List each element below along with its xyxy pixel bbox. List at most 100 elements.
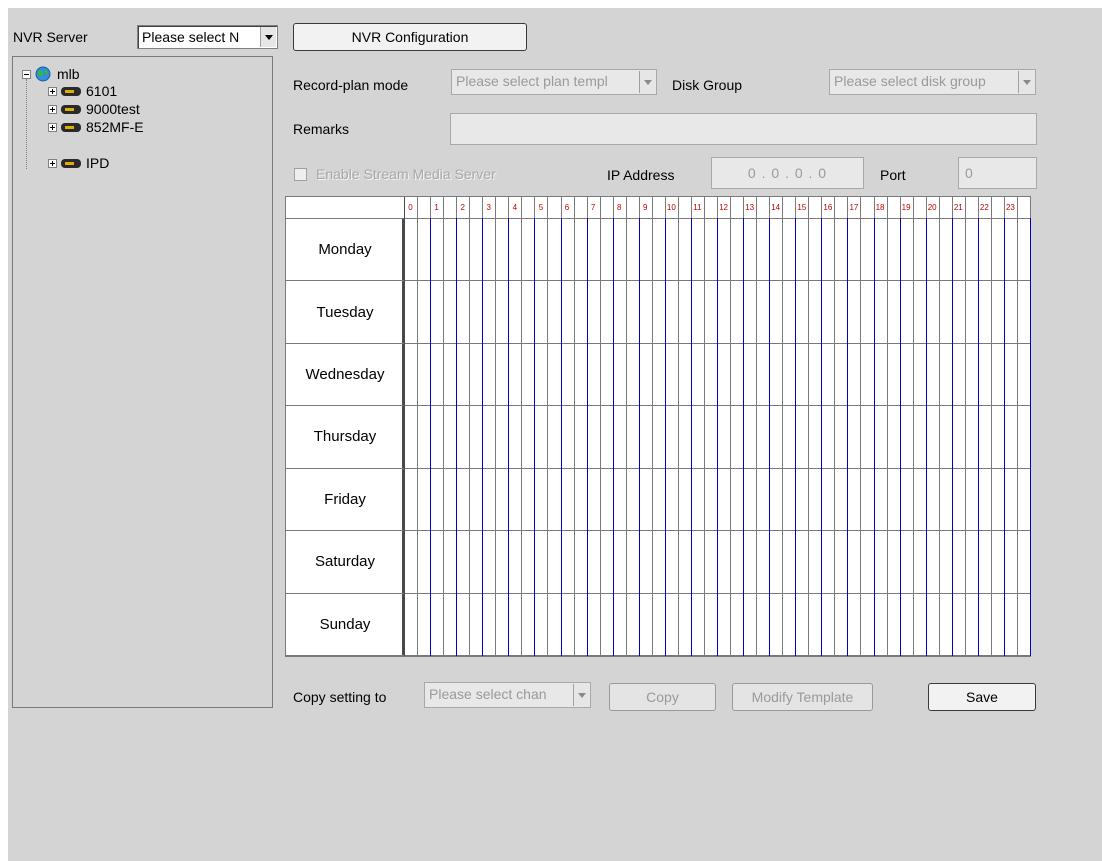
header-separator (430, 197, 432, 218)
half-hour-gridline (443, 197, 445, 656)
header-separator (847, 197, 849, 218)
header-separator (508, 197, 510, 218)
chevron-down-icon[interactable] (260, 27, 276, 47)
schedule-cells[interactable] (404, 197, 1031, 656)
nvr-configuration-button[interactable]: NVR Configuration (293, 23, 527, 51)
channel-select[interactable]: Please select chan (424, 682, 591, 708)
remarks-input[interactable] (450, 113, 1037, 145)
header-separator (938, 197, 940, 218)
ip-address-input[interactable]: 0 . 0 . 0 . 0 (711, 157, 864, 189)
hour-gridline (977, 197, 979, 656)
hour-gridline (560, 197, 562, 656)
hour-gridline (951, 197, 953, 656)
save-button[interactable]: Save (928, 683, 1036, 711)
expand-icon[interactable] (48, 86, 57, 96)
header-separator (860, 197, 862, 218)
half-hour-gridline (808, 197, 810, 656)
port-label: Port (880, 167, 906, 183)
half-hour-gridline (495, 197, 497, 656)
hour-gridline (847, 197, 849, 656)
half-hour-gridline (756, 197, 758, 656)
nvr-device-icon (61, 86, 81, 96)
half-hour-gridline (573, 197, 575, 656)
hour-gridline (795, 197, 797, 656)
day-column: Monday Tuesday Wednesday Thursday Friday Satu… (286, 219, 404, 656)
hour-gridline (899, 197, 901, 656)
record-plan-select[interactable]: Please select plan templ (451, 69, 657, 95)
header-separator (769, 197, 771, 218)
modify-template-button[interactable]: Modify Template (732, 683, 873, 711)
header-separator (651, 197, 653, 218)
weekly-schedule-grid[interactable]: 0 1 2 3 4 5 6 7 8 9 10 11 12 13 14 15 16 17 18 19 20 21 22 23 M… (285, 196, 1031, 657)
copy-setting-label: Copy setting to (293, 689, 387, 705)
half-hour-gridline (886, 197, 888, 656)
grid-corner-cell (286, 197, 404, 219)
half-hour-gridline (964, 197, 966, 656)
day-label: Tuesday (286, 281, 404, 344)
tree-node-root[interactable]: mlb (22, 66, 80, 82)
collapse-icon[interactable] (22, 69, 31, 79)
hour-gridline (586, 197, 588, 656)
enable-stream-checkbox[interactable] (294, 168, 307, 181)
half-hour-gridline (1016, 197, 1018, 656)
tree-node-device[interactable]: IPD (48, 155, 109, 171)
tree-node-device[interactable]: 9000test (48, 101, 140, 117)
half-hour-gridline (677, 197, 679, 656)
expand-icon[interactable] (48, 104, 57, 114)
chevron-down-icon[interactable] (639, 71, 655, 93)
header-separator (560, 197, 562, 218)
hour-gridline (638, 197, 640, 656)
header-separator (821, 197, 823, 218)
chevron-down-icon[interactable] (1018, 71, 1034, 93)
tree-node-label: IPD (86, 155, 110, 171)
header-separator (677, 197, 679, 218)
half-hour-gridline (625, 197, 627, 656)
tree-node-device[interactable]: 852MF-E (48, 119, 144, 135)
header-separator (1030, 197, 1031, 218)
hour-gridline (534, 197, 536, 656)
nvr-server-select[interactable]: Please select N (137, 25, 278, 49)
header-separator (912, 197, 914, 218)
header-separator (743, 197, 745, 218)
half-hour-gridline (599, 197, 601, 656)
expand-icon[interactable] (48, 122, 57, 132)
hour-gridline (456, 197, 458, 656)
port-input[interactable]: 0 (958, 157, 1037, 189)
header-separator (782, 197, 784, 218)
header-separator (417, 197, 419, 218)
hour-gridline (404, 197, 405, 656)
tree-node-device[interactable]: 6101 (48, 83, 117, 99)
header-separator (638, 197, 640, 218)
hour-gridline (430, 197, 432, 656)
record-plan-select-value: Please select plan templ (456, 73, 608, 89)
half-hour-gridline (938, 197, 940, 656)
disk-group-select[interactable]: Please select disk group (829, 69, 1036, 95)
header-separator (808, 197, 810, 218)
header-separator (834, 197, 836, 218)
expand-icon[interactable] (48, 158, 57, 168)
day-label: Thursday (286, 406, 404, 469)
half-hour-gridline (417, 197, 419, 656)
ip-address-label: IP Address (607, 167, 675, 183)
tree-node-label: 9000test (86, 101, 140, 117)
header-separator (664, 197, 666, 218)
header-separator (469, 197, 471, 218)
header-separator (456, 197, 458, 218)
chevron-down-icon[interactable] (573, 684, 589, 706)
header-separator (873, 197, 875, 218)
half-hour-gridline (860, 197, 862, 656)
header-separator (599, 197, 601, 218)
hour-gridline (821, 197, 823, 656)
header-separator (690, 197, 692, 218)
copy-button[interactable]: Copy (609, 683, 716, 711)
tree-node-label: 852MF-E (86, 119, 144, 135)
header-separator (886, 197, 888, 218)
header-separator (730, 197, 732, 218)
header-separator (899, 197, 901, 218)
half-hour-gridline (547, 197, 549, 656)
header-separator (964, 197, 966, 218)
hour-gridline (769, 197, 771, 656)
header-separator (1003, 197, 1005, 218)
header-separator (573, 197, 575, 218)
record-plan-label: Record-plan mode (293, 77, 409, 93)
